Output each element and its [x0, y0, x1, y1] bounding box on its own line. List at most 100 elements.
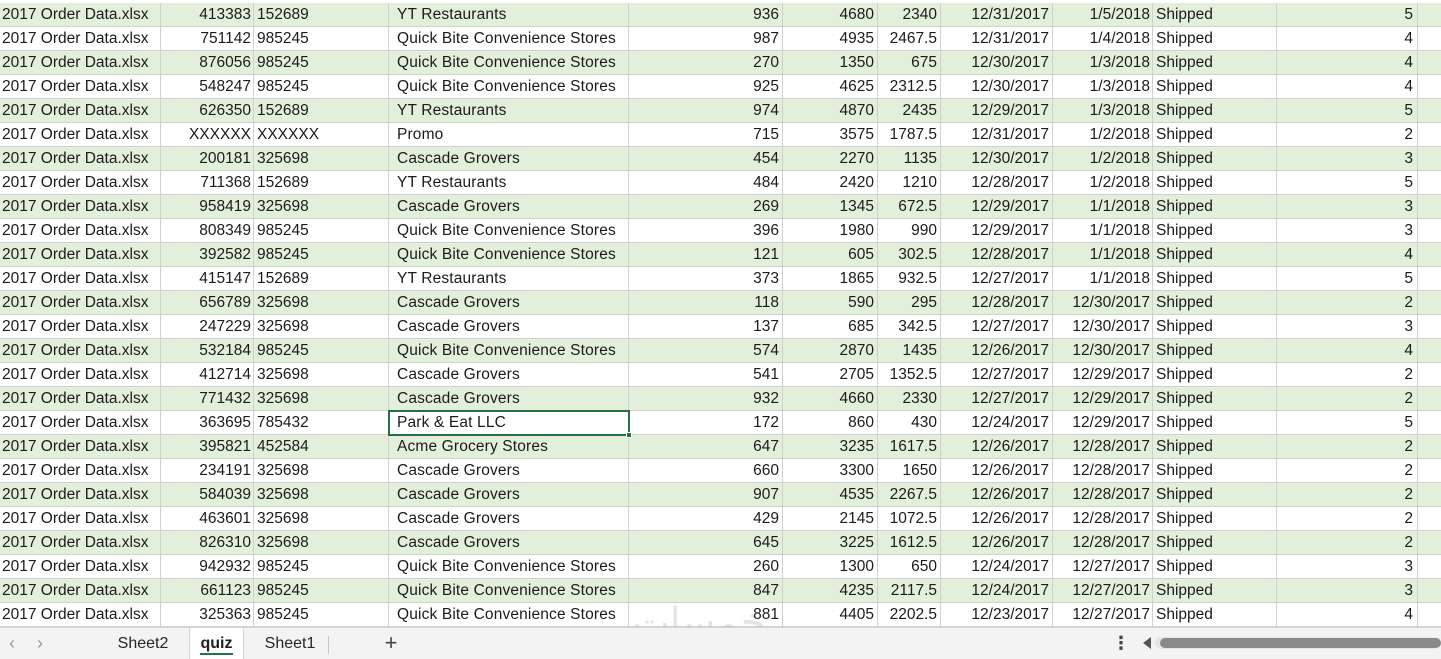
table-cell[interactable]: 985245 — [254, 51, 389, 75]
table-cell[interactable]: 270 — [629, 51, 783, 75]
table-cell[interactable]: 12/28/2017 — [941, 291, 1053, 315]
table-cell[interactable]: 12/26/2017 — [941, 483, 1053, 507]
table-cell[interactable]: 12/24/2017 — [941, 555, 1053, 579]
table-cell[interactable]: 2017 Order Data.xlsx — [0, 387, 161, 411]
table-cell[interactable]: Cascade Grovers — [389, 459, 629, 483]
table-cell[interactable]: 1/5/2018 — [1053, 3, 1153, 27]
table-cell[interactable]: 12/29/2017 — [941, 195, 1053, 219]
table-cell[interactable]: 541 — [629, 363, 783, 387]
table-cell[interactable]: 548247 — [161, 75, 254, 99]
table-cell[interactable]: 325698 — [254, 315, 389, 339]
table-cell[interactable]: 1435 — [878, 339, 941, 363]
table-cell[interactable]: 2017 Order Data.xlsx — [0, 363, 161, 387]
table-cell[interactable]: 1345 — [783, 195, 878, 219]
table-cell[interactable]: 3225 — [783, 531, 878, 555]
table-cell[interactable]: Shipped — [1153, 51, 1277, 75]
table-cell[interactable]: 12/29/2017 — [1053, 363, 1153, 387]
table-cell[interactable]: Quick Bite Convenience Stores — [389, 579, 629, 603]
table-cell[interactable]: 2117.5 — [878, 579, 941, 603]
table-cell[interactable]: 484 — [629, 171, 783, 195]
table-cell[interactable]: Shipped — [1153, 243, 1277, 267]
table-cell[interactable]: 454 — [629, 147, 783, 171]
table-cell[interactable]: 1/1/2018 — [1053, 219, 1153, 243]
table-cell[interactable]: 2017 Order Data.xlsx — [0, 51, 161, 75]
table-cell[interactable]: 1350 — [783, 51, 878, 75]
table-cell[interactable]: 2017 Order Data.xlsx — [0, 171, 161, 195]
table-cell[interactable]: 3235 — [783, 435, 878, 459]
table-cell[interactable]: 12/27/2017 — [1053, 555, 1153, 579]
table-cell[interactable]: 1/3/2018 — [1053, 99, 1153, 123]
table-cell[interactable]: 985245 — [254, 27, 389, 51]
table-cell[interactable]: 463601 — [161, 507, 254, 531]
table-cell[interactable]: Cascade Grovers — [389, 387, 629, 411]
table-cell[interactable]: 985245 — [254, 579, 389, 603]
table-cell[interactable]: 675 — [878, 51, 941, 75]
table-cell-empty[interactable] — [1418, 579, 1441, 603]
table-cell[interactable]: 12/31/2017 — [941, 3, 1053, 27]
table-cell[interactable]: 3 — [1277, 555, 1418, 579]
table-cell[interactable]: 12/24/2017 — [941, 579, 1053, 603]
table-cell[interactable]: 1/1/2018 — [1053, 267, 1153, 291]
table-cell[interactable]: 672.5 — [878, 195, 941, 219]
table-cell[interactable]: 325698 — [254, 483, 389, 507]
table-cell[interactable]: 661123 — [161, 579, 254, 603]
table-cell[interactable]: 12/26/2017 — [941, 339, 1053, 363]
table-cell[interactable]: 12/23/2017 — [941, 603, 1053, 627]
table-cell[interactable]: 532184 — [161, 339, 254, 363]
table-cell[interactable]: 942932 — [161, 555, 254, 579]
table-cell[interactable]: 985245 — [254, 555, 389, 579]
scroll-left-icon[interactable] — [1143, 637, 1151, 649]
table-cell[interactable]: 5 — [1277, 411, 1418, 435]
table-cell[interactable]: 3300 — [783, 459, 878, 483]
table-cell[interactable]: 12/29/2017 — [941, 99, 1053, 123]
table-cell[interactable]: 985245 — [254, 243, 389, 267]
table-cell[interactable]: 1980 — [783, 219, 878, 243]
table-cell[interactable]: Quick Bite Convenience Stores — [389, 339, 629, 363]
table-cell-empty[interactable] — [1418, 531, 1441, 555]
table-cell-empty[interactable] — [1418, 411, 1441, 435]
table-cell[interactable]: 4235 — [783, 579, 878, 603]
table-cell[interactable]: 715 — [629, 123, 783, 147]
table-cell[interactable]: 247229 — [161, 315, 254, 339]
table-cell-empty[interactable] — [1418, 219, 1441, 243]
table-cell[interactable]: 260 — [629, 555, 783, 579]
table-cell[interactable]: Quick Bite Convenience Stores — [389, 27, 629, 51]
horizontal-scrollbar-thumb[interactable] — [1160, 638, 1441, 648]
table-cell[interactable]: 958419 — [161, 195, 254, 219]
table-cell[interactable]: Park & Eat LLC — [389, 411, 629, 435]
table-cell[interactable]: 234191 — [161, 459, 254, 483]
table-cell[interactable]: 2017 Order Data.xlsx — [0, 339, 161, 363]
table-cell[interactable]: Promo — [389, 123, 629, 147]
table-cell[interactable]: 12/30/2017 — [941, 51, 1053, 75]
table-cell[interactable]: 2017 Order Data.xlsx — [0, 99, 161, 123]
table-cell[interactable]: 1/4/2018 — [1053, 27, 1153, 51]
table-cell-empty[interactable] — [1418, 27, 1441, 51]
table-cell-empty[interactable] — [1418, 315, 1441, 339]
table-cell-empty[interactable] — [1418, 267, 1441, 291]
table-cell[interactable]: 325698 — [254, 291, 389, 315]
table-cell[interactable]: 1865 — [783, 267, 878, 291]
table-cell[interactable]: 2017 Order Data.xlsx — [0, 75, 161, 99]
table-cell[interactable]: 4 — [1277, 243, 1418, 267]
table-cell[interactable]: 2 — [1277, 123, 1418, 147]
table-cell[interactable]: Shipped — [1153, 219, 1277, 243]
table-cell[interactable]: 4 — [1277, 27, 1418, 51]
table-cell[interactable]: 925 — [629, 75, 783, 99]
table-cell[interactable]: Shipped — [1153, 363, 1277, 387]
table-cell[interactable]: Cascade Grovers — [389, 531, 629, 555]
table-cell[interactable]: YT Restaurants — [389, 99, 629, 123]
table-cell[interactable]: Shipped — [1153, 579, 1277, 603]
table-cell[interactable]: Cascade Grovers — [389, 195, 629, 219]
table-cell[interactable]: 4870 — [783, 99, 878, 123]
table-cell[interactable]: 1135 — [878, 147, 941, 171]
table-cell[interactable]: 395821 — [161, 435, 254, 459]
table-cell[interactable]: 4535 — [783, 483, 878, 507]
table-cell[interactable]: Shipped — [1153, 483, 1277, 507]
table-cell-empty[interactable] — [1418, 99, 1441, 123]
table-cell[interactable]: 12/28/2017 — [1053, 531, 1153, 555]
table-cell[interactable]: 12/27/2017 — [941, 267, 1053, 291]
table-cell[interactable]: 12/24/2017 — [941, 411, 1053, 435]
table-cell[interactable]: 936 — [629, 3, 783, 27]
table-cell[interactable]: Quick Bite Convenience Stores — [389, 555, 629, 579]
table-cell[interactable]: 2017 Order Data.xlsx — [0, 459, 161, 483]
